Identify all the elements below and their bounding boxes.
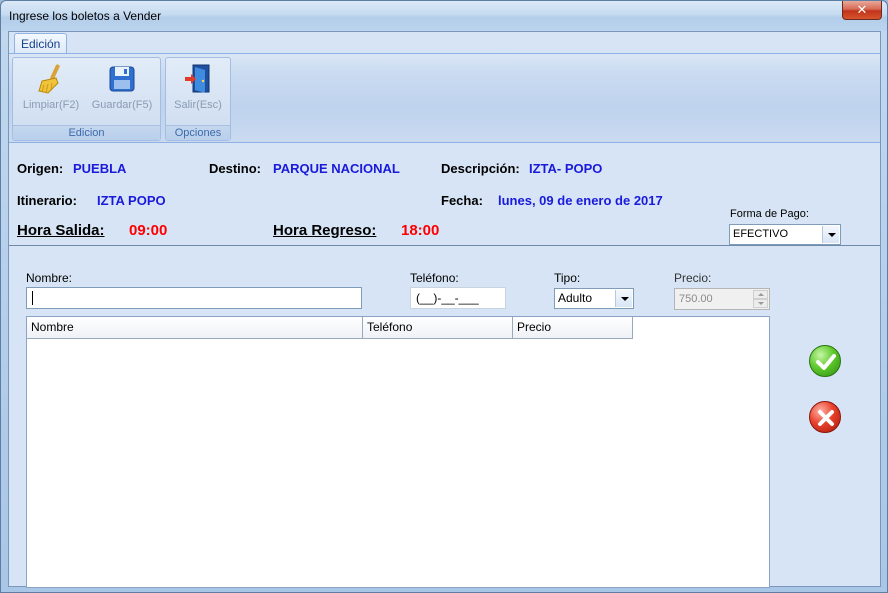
tipo-select[interactable]: Adulto — [554, 288, 634, 309]
hora-salida-value: 09:00 — [129, 222, 168, 239]
descripcion-label: Descripción: — [441, 161, 520, 176]
stepper-up-icon — [753, 290, 768, 299]
hora-regreso-label: Hora Regreso: — [273, 222, 377, 239]
chevron-down-icon[interactable] — [822, 226, 839, 243]
telefono-label: Teléfono: — [410, 271, 459, 285]
telefono-mask: (__)-__-___ — [416, 291, 479, 305]
hora-regreso-value: 18:00 — [401, 222, 440, 239]
telefono-input[interactable]: (__)-__-___ — [410, 287, 506, 309]
forma-pago-label: Forma de Pago: — [730, 208, 809, 220]
accept-button[interactable] — [809, 345, 841, 377]
tipo-label: Tipo: — [554, 271, 581, 285]
ribbon-body: Limpiar(F2) Guardar(F5) Edicion Salir(Es… — [9, 53, 880, 143]
window-title: Ingrese los boletos a Vender — [9, 9, 162, 23]
title-bar[interactable]: Ingrese los boletos a Vender ✕ — [1, 1, 887, 31]
stepper-down-icon — [753, 299, 768, 308]
stepper-buttons — [753, 290, 768, 308]
cancel-button[interactable] — [809, 401, 841, 433]
close-button[interactable]: ✕ — [842, 1, 882, 20]
destino-label: Destino: — [209, 161, 261, 176]
itinerario-value: IZTA POPO — [97, 193, 166, 208]
origen-value: PUEBLA — [73, 161, 127, 176]
guardar-label: Guardar(F5) — [91, 99, 153, 111]
salir-label: Salir(Esc) — [174, 99, 222, 111]
ribbon-tab-strip: Edición — [9, 32, 880, 54]
hora-salida-label: Hora Salida: — [17, 222, 105, 239]
broom-icon — [38, 64, 60, 94]
tab-edicion[interactable]: Edición — [14, 33, 68, 54]
client-area: Edición Limpiar(F2) Guardar(F5) Edicion … — [8, 31, 881, 588]
origen-label: Origen: — [17, 161, 64, 176]
ribbon-group-edicion: Limpiar(F2) Guardar(F5) Edicion — [12, 57, 161, 141]
precio-value: 750.00 — [679, 293, 713, 305]
main-window: Ingrese los boletos a Vender ✕ Edición L… — [0, 0, 888, 593]
chevron-down-icon[interactable] — [615, 290, 632, 307]
itinerario-label: Itinerario: — [17, 193, 77, 208]
group-label-edicion: Edicion — [13, 125, 160, 140]
limpiar-label: Limpiar(F2) — [22, 99, 80, 111]
nombre-input[interactable] — [26, 287, 362, 309]
nombre-label: Nombre: — [26, 271, 73, 285]
close-icon — [818, 410, 834, 426]
exit-door-icon — [185, 64, 210, 93]
precio-label: Precio: — [674, 271, 712, 285]
guardar-button[interactable]: Guardar(F5) — [87, 60, 157, 114]
tickets-grid[interactable]: Nombre Teléfono Precio — [26, 316, 770, 588]
salir-button[interactable]: Salir(Esc) — [168, 60, 228, 114]
floppy-disk-icon — [109, 66, 135, 92]
column-header-nombre[interactable]: Nombre — [27, 317, 363, 339]
forma-pago-select[interactable]: EFECTIVO — [729, 224, 841, 245]
forma-pago-value: EFECTIVO — [733, 228, 789, 240]
checkmark-icon — [816, 354, 836, 370]
column-header-precio[interactable]: Precio — [513, 317, 633, 339]
precio-stepper: 750.00 — [674, 288, 770, 310]
trip-info-panel: Origen: PUEBLA Destino: PARQUE NACIONAL … — [9, 144, 880, 246]
group-label-opciones: Opciones — [166, 125, 230, 140]
tipo-value: Adulto — [558, 291, 593, 305]
descripcion-value: IZTA- POPO — [529, 161, 603, 176]
destino-value: PARQUE NACIONAL — [273, 161, 400, 176]
text-caret — [32, 291, 33, 305]
ribbon-group-opciones: Salir(Esc) Opciones — [165, 57, 231, 141]
column-header-telefono[interactable]: Teléfono — [363, 317, 513, 339]
fecha-label: Fecha: — [441, 193, 483, 208]
limpiar-button[interactable]: Limpiar(F2) — [18, 60, 84, 114]
fecha-value: lunes, 09 de enero de 2017 — [498, 193, 663, 208]
